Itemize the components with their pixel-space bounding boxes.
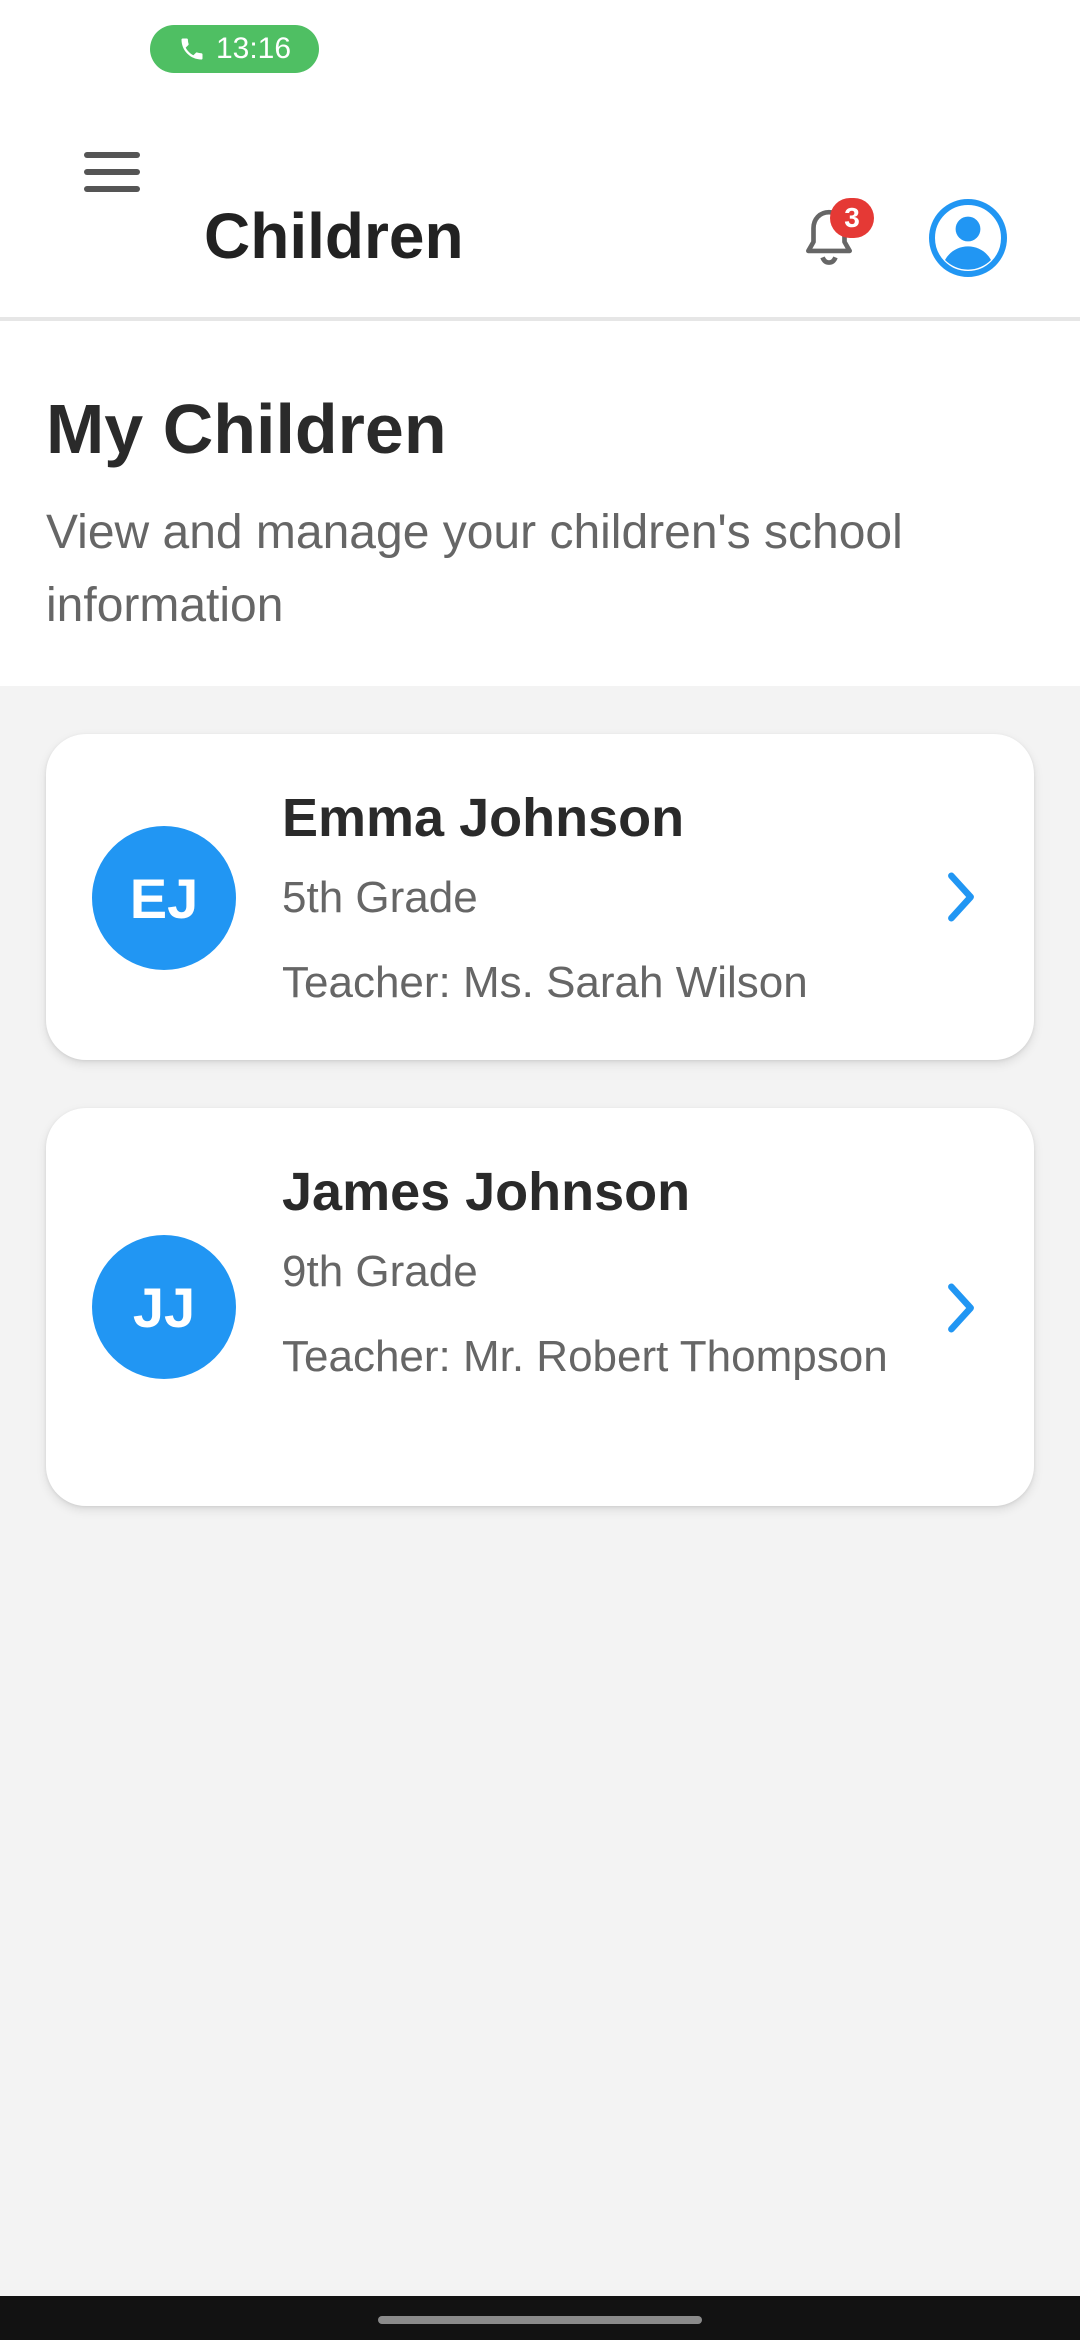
chevron-right-icon	[948, 872, 974, 922]
home-gesture-handle[interactable]	[378, 2316, 702, 2324]
notification-count-badge: 3	[830, 198, 874, 238]
child-info: Emma Johnson 5th Grade Teacher: Ms. Sara…	[282, 780, 922, 1020]
status-bar: 13:16	[0, 0, 1080, 80]
menu-button[interactable]	[72, 132, 152, 212]
phone-icon	[181, 38, 203, 60]
open-child-button[interactable]	[926, 862, 996, 932]
child-info: James Johnson 9th Grade Teacher: Mr. Rob…	[282, 1154, 922, 1394]
child-name: Emma Johnson	[282, 788, 685, 848]
child-avatar: EJ	[92, 826, 236, 970]
hamburger-menu-icon	[84, 152, 140, 192]
chevron-right-icon	[948, 1283, 974, 1333]
profile-button[interactable]	[928, 198, 1008, 278]
status-time: 13:16	[215, 32, 292, 65]
page-subtitle: View and manage your children's school i…	[46, 506, 903, 632]
top-app-bar	[0, 80, 1080, 321]
child-teacher: Teacher: Ms. Sarah Wilson	[282, 958, 808, 1007]
child-avatar: JJ	[92, 1235, 236, 1379]
open-child-button[interactable]	[926, 1273, 996, 1343]
account-circle-icon	[929, 199, 1007, 277]
child-grade: 9th Grade	[282, 1247, 478, 1296]
child-teacher: Teacher: Mr. Robert Thompson	[282, 1332, 888, 1381]
child-card-james[interactable]: JJ James Johnson 9th Grade Teacher: Mr. …	[46, 1108, 1034, 1506]
child-grade: 5th Grade	[282, 873, 478, 922]
child-name: James Johnson	[282, 1162, 691, 1222]
app-bar-title: Children	[204, 200, 464, 272]
ongoing-call-pill[interactable]: 13:16	[150, 25, 319, 73]
notifications-button[interactable]: 3	[790, 198, 874, 278]
child-card-emma[interactable]: EJ Emma Johnson 5th Grade Teacher: Ms. S…	[46, 734, 1034, 1060]
page-title: My Children	[46, 390, 447, 468]
